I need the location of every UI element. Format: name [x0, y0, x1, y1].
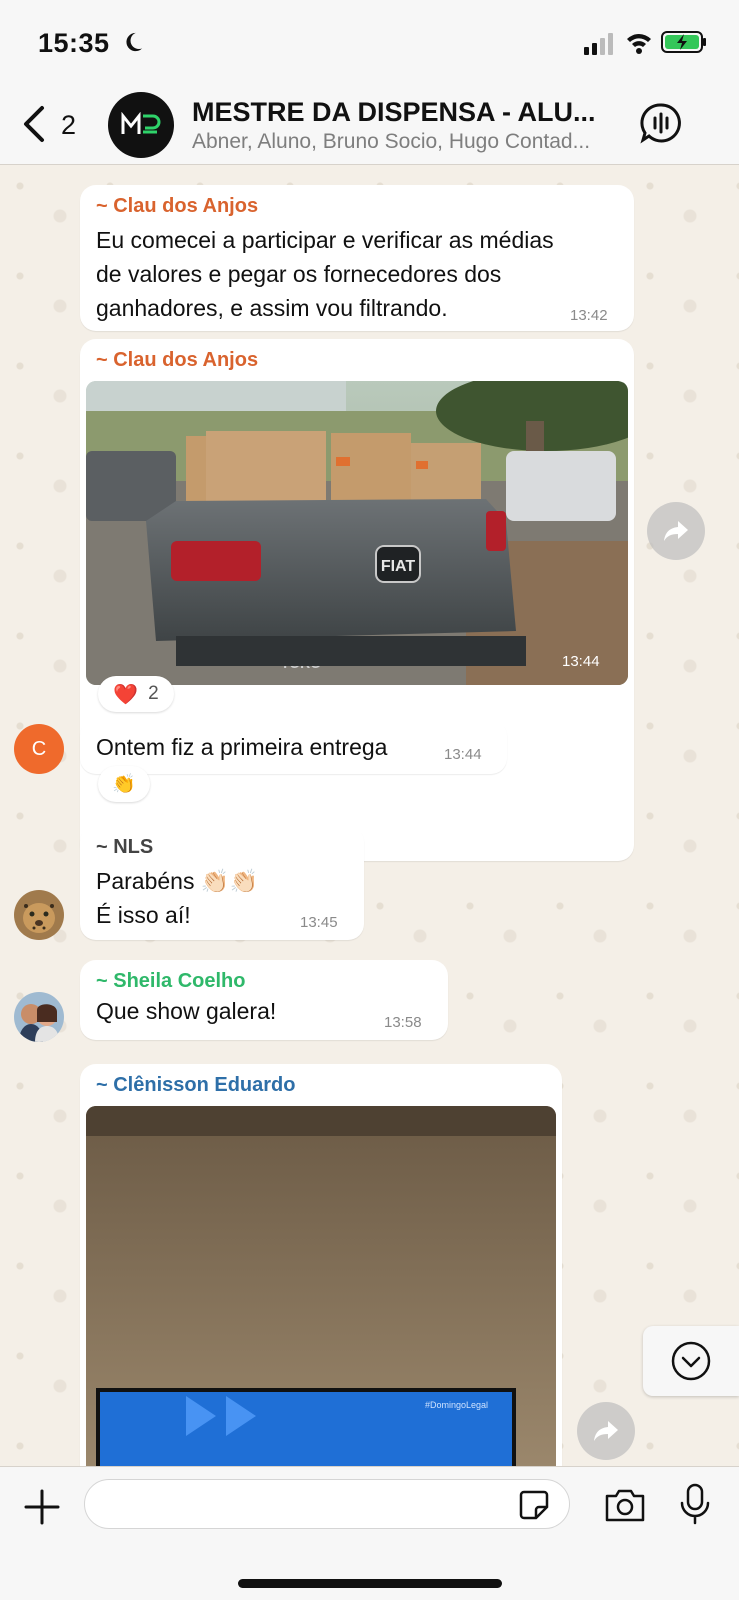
message-text: Que show galera!	[96, 998, 277, 1024]
scroll-to-bottom-button[interactable]	[643, 1326, 739, 1396]
leopard-avatar-image	[14, 890, 64, 940]
tv-room-image: #DomingoLegal	[86, 1106, 556, 1466]
message-time: 13:58	[384, 1014, 422, 1031]
chevron-down-circle-icon	[671, 1341, 711, 1381]
home-indicator	[238, 1579, 502, 1588]
group-avatar[interactable]	[108, 92, 174, 158]
message-bubble[interactable]: Ontem fiz a primeira entrega 13:44	[80, 720, 507, 774]
svg-text:#DomingoLegal: #DomingoLegal	[425, 1400, 488, 1410]
camera-icon[interactable]	[604, 1487, 646, 1523]
truck-photo[interactable]: FIAT TORO 13:44	[86, 381, 628, 685]
sender-name[interactable]: ~ Sheila Coelho	[96, 970, 245, 993]
forward-arrow-icon	[664, 521, 688, 541]
forward-arrow-icon	[594, 1421, 618, 1441]
status-bar: 15:35	[0, 0, 739, 88]
couple-avatar-image	[14, 992, 64, 1042]
clap-reaction[interactable]: 👏	[98, 766, 150, 802]
message-input[interactable]	[84, 1479, 570, 1529]
microphone-icon[interactable]	[678, 1483, 712, 1525]
chat-messages[interactable]: ~ Clau dos Anjos Eu comecei a participar…	[0, 166, 739, 1466]
sender-name[interactable]: ~ NLS	[96, 836, 153, 859]
message-time: 13:44	[444, 746, 482, 763]
status-time: 15:35	[38, 28, 110, 58]
svg-text:FIAT: FIAT	[381, 558, 416, 575]
photo-message-bubble[interactable]: ~ Clau dos Anjos FIAT 13:44	[80, 339, 634, 861]
wifi-icon	[627, 34, 651, 54]
forward-button[interactable]	[577, 1402, 635, 1460]
sticker-icon[interactable]	[518, 1489, 550, 1521]
message-text: Eu comecei a participar e verificar as m…	[96, 227, 554, 321]
sender-name[interactable]: ~ Clênisson Eduardo	[96, 1074, 295, 1097]
tv-photo[interactable]: #DomingoLegal	[86, 1106, 556, 1466]
plus-icon[interactable]	[22, 1487, 62, 1527]
heart-reaction[interactable]: ❤️ 2	[98, 676, 174, 712]
avatar[interactable]: C	[14, 724, 64, 774]
moon-icon	[126, 32, 143, 52]
group-members[interactable]: Abner, Aluno, Bruno Socio, Hugo Contad..…	[192, 130, 590, 154]
unread-count[interactable]: 2	[61, 110, 76, 141]
sender-name[interactable]: ~ Clau dos Anjos	[96, 195, 258, 218]
truck-image: FIAT TORO	[86, 381, 628, 685]
message-text: Ontem fiz a primeira entrega	[96, 734, 388, 760]
composer-bar	[0, 1466, 739, 1600]
back-chevron-icon[interactable]	[20, 104, 50, 144]
message-bubble[interactable]: ~ Clau dos Anjos Eu comecei a participar…	[80, 185, 634, 331]
message-bubble[interactable]: ~ Sheila Coelho Que show galera! 13:58	[80, 960, 448, 1040]
forward-button[interactable]	[647, 502, 705, 560]
battery-charging-icon	[661, 31, 706, 53]
message-time: 13:45	[300, 914, 338, 931]
voice-chat-icon[interactable]	[640, 102, 682, 144]
message-time: 13:42	[570, 307, 608, 324]
group-logo-icon	[121, 112, 161, 134]
avatar[interactable]	[14, 890, 64, 940]
cellular-signal-icon	[584, 33, 613, 55]
photo-message-bubble[interactable]: ~ Clênisson Eduardo #DomingoLegal	[80, 1064, 562, 1466]
group-title[interactable]: MESTRE DA DISPENSA - ALU...	[192, 97, 596, 128]
chat-header: 2 MESTRE DA DISPENSA - ALU... Abner, Alu…	[0, 88, 739, 165]
avatar[interactable]	[14, 992, 64, 1042]
photo-time: 13:44	[562, 653, 600, 670]
message-bubble[interactable]: ~ NLS Parabéns 👏🏻👏🏻 É isso aí! 13:45	[80, 826, 364, 940]
message-text: Parabéns 👏🏻👏🏻 É isso aí!	[96, 868, 259, 928]
sender-name[interactable]: ~ Clau dos Anjos	[96, 349, 258, 372]
